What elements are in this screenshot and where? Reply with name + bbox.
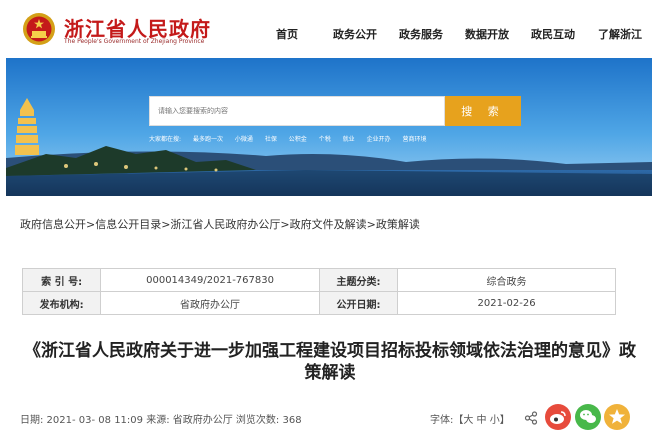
wechat-share-icon[interactable] (575, 404, 601, 430)
article-meta: 日期: 2021- 03- 08 11:09 来源: 省政府办公厅 浏览次数: … (20, 415, 302, 426)
hotword-link[interactable]: 公积金 (289, 136, 307, 143)
nav-gov-affairs-open[interactable]: 政务公开 (333, 26, 377, 42)
search-box (149, 96, 445, 126)
nav-about-zhejiang[interactable]: 了解浙江 (598, 26, 642, 42)
font-size-control[interactable]: 字体:【大 中 小】 (430, 411, 510, 426)
banner: 搜 索 大家都在搜: 最多跑一次 小微通 社保 公积金 个税 就业 企业开办 营… (6, 58, 652, 196)
hot-search-words: 大家都在搜: 最多跑一次 小微通 社保 公积金 个税 就业 企业开办 营商环境 (149, 134, 437, 143)
index-number-value: 000014349/2021-767830 (100, 268, 320, 292)
west-lake-banner-image (6, 58, 652, 196)
site-header: 浙江省人民政府 The People's Government of Zheji… (0, 0, 658, 58)
nav-home[interactable]: 首页 (276, 26, 298, 42)
search-button[interactable]: 搜 索 (445, 96, 521, 126)
breadcrumb[interactable]: 政府信息公开>信息公开目录>浙江省人民政府办公厅>政府文件及解读>政策解读 (20, 216, 420, 232)
weibo-share-icon[interactable] (545, 404, 571, 430)
hotwords-label: 大家都在搜: (149, 136, 182, 143)
search-input[interactable] (150, 97, 444, 125)
favorite-star-icon[interactable] (604, 404, 630, 430)
hotword-link[interactable]: 就业 (343, 136, 355, 143)
topic-category-value: 综合政务 (397, 268, 616, 292)
nav-gov-services[interactable]: 政务服务 (399, 26, 443, 42)
topic-category-label: 主题分类: (318, 268, 399, 292)
hotword-link[interactable]: 小微通 (235, 136, 253, 143)
publish-date-label: 公开日期: (318, 291, 399, 315)
hotword-link[interactable]: 社保 (265, 136, 277, 143)
publish-date-value: 2021-02-26 (397, 291, 616, 315)
hotword-link[interactable]: 营商环境 (403, 136, 427, 143)
hotword-link[interactable]: 个税 (319, 136, 331, 143)
document-info-table: 索 引 号: 000014349/2021-767830 主题分类: 综合政务 … (21, 268, 616, 315)
index-number-label: 索 引 号: (21, 268, 102, 292)
share-icon[interactable] (524, 410, 538, 425)
table-row: 发布机构: 省政府办公厅 公开日期: 2021-02-26 (21, 291, 616, 315)
table-row: 索 引 号: 000014349/2021-767830 主题分类: 综合政务 (21, 268, 616, 292)
article-title: 《浙江省人民政府关于进一步加强工程建设项目招标投标领域依法治理的意见》政策解读 (24, 341, 636, 383)
hotword-link[interactable]: 企业开办 (367, 136, 391, 143)
nav-interaction[interactable]: 政民互动 (531, 26, 575, 42)
publisher-value: 省政府办公厅 (100, 291, 320, 315)
main-nav: 首页 政务公开 政务服务 数据开放 政民互动 了解浙江 (0, 26, 658, 42)
nav-open-data[interactable]: 数据开放 (465, 26, 509, 42)
publisher-label: 发布机构: (21, 291, 102, 315)
hotword-link[interactable]: 最多跑一次 (193, 136, 223, 143)
